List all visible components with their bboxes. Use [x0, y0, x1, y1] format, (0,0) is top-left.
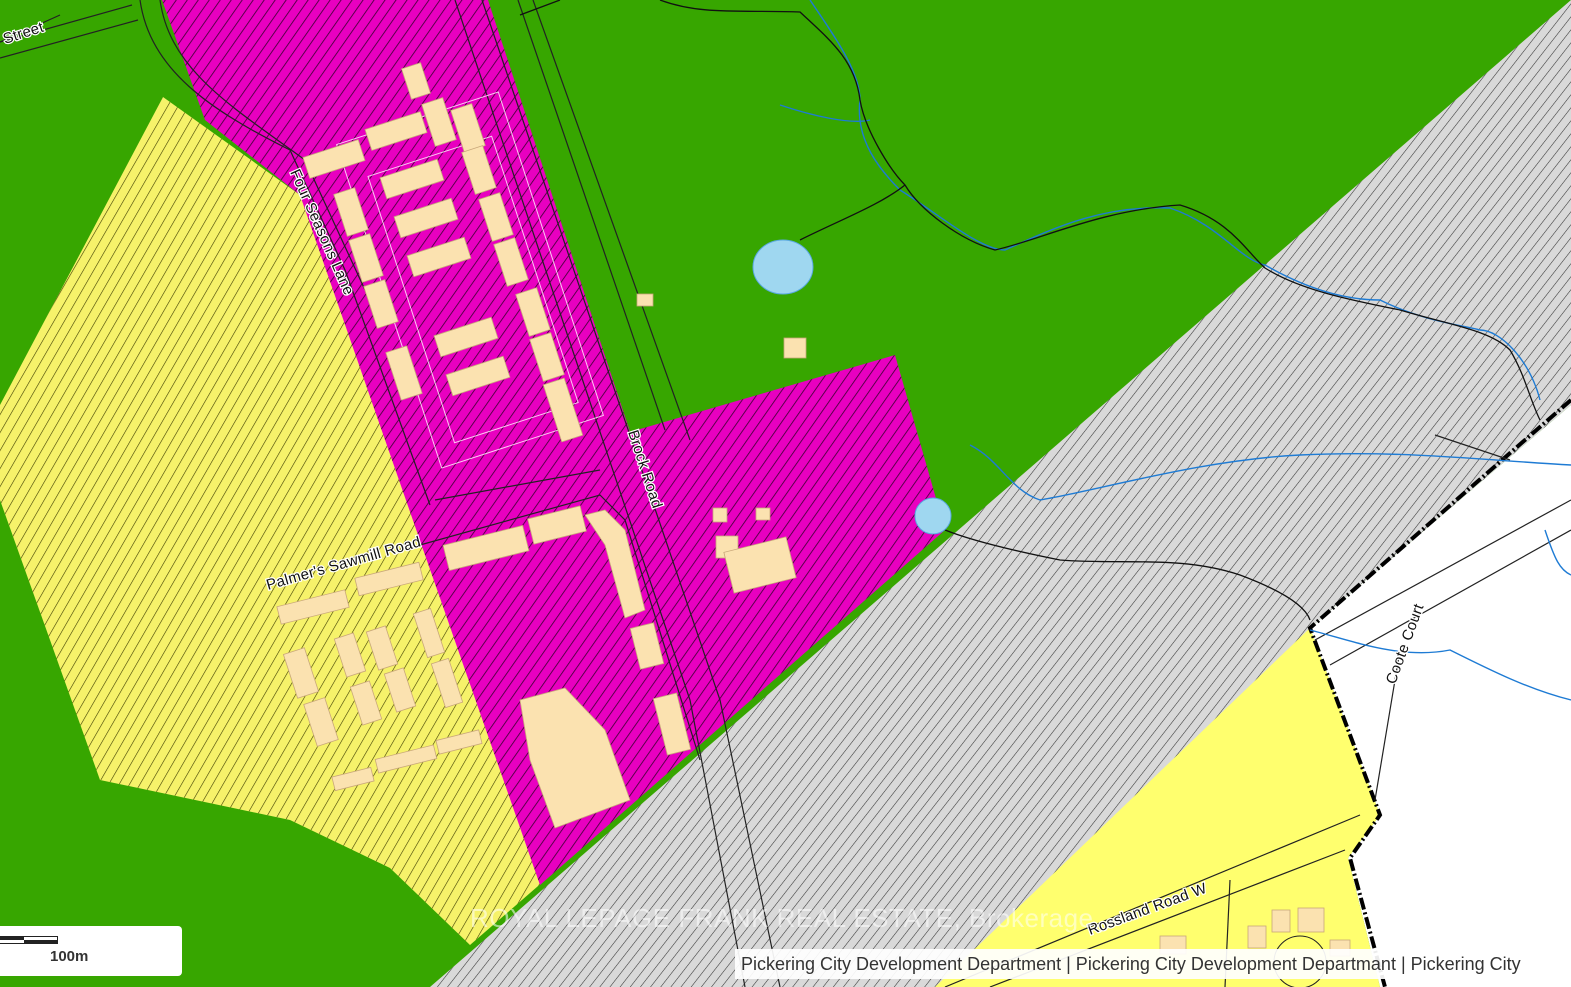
- scale-label: 100m: [50, 948, 89, 965]
- pond: [752, 239, 814, 295]
- scale-bar: [0, 936, 58, 944]
- zoning-map[interactable]: Street Four Seasons Lane Brock Road Palm…: [0, 0, 1571, 987]
- scale-bar-box: 100m: [0, 926, 182, 976]
- pond: [914, 497, 952, 535]
- map-attribution: Pickering City Development Department | …: [735, 949, 1571, 979]
- brokerage-watermark: ROYAL LEPAGE FRANK REAL ESTATE, Brokerag…: [470, 903, 1094, 933]
